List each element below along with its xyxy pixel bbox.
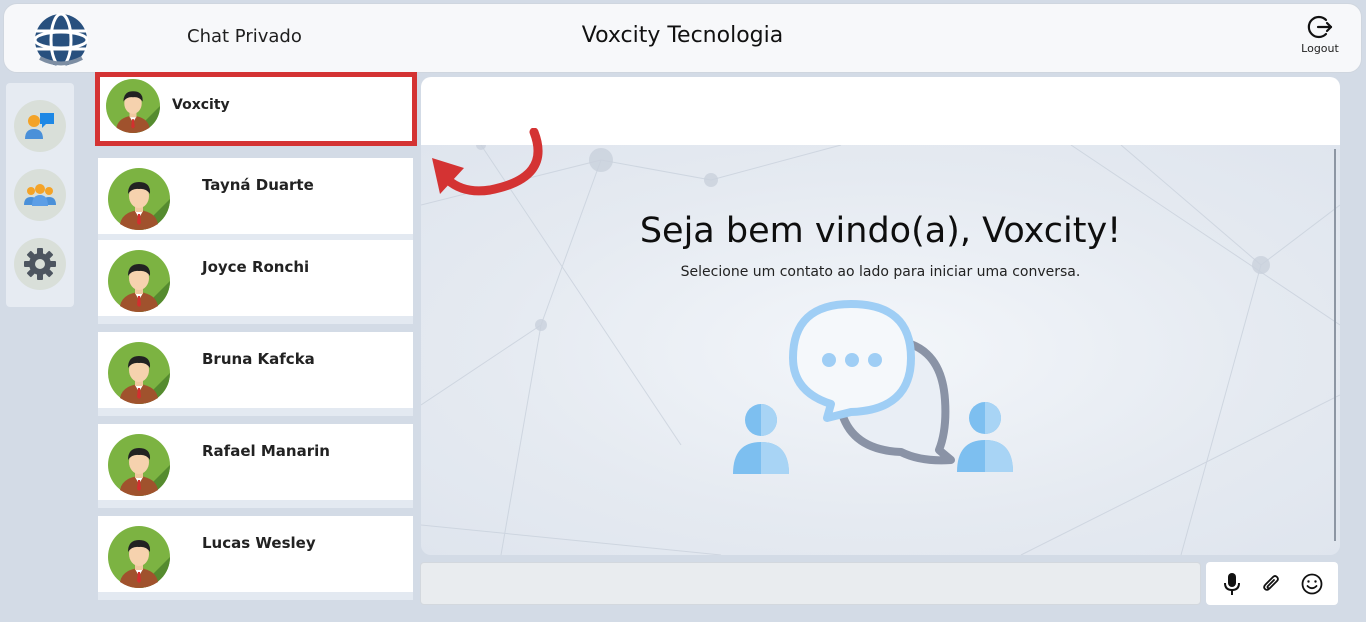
contact-item-voxcity[interactable]: Voxcity <box>95 72 417 146</box>
contact-item-tayna-duarte[interactable]: Tayná Duarte <box>98 158 413 242</box>
scrollbar-track[interactable] <box>1334 149 1336 541</box>
annotation-arrow-icon <box>432 128 543 196</box>
private-chat-icon <box>25 113 54 139</box>
welcome-subtitle: Selecione um contato ao lado para inicia… <box>680 264 1081 280</box>
avatar-icon <box>108 434 170 496</box>
contact-item-bruna-kafcka[interactable]: Bruna Kafcka <box>98 332 413 416</box>
microphone-button[interactable] <box>1218 570 1246 598</box>
emoji-icon <box>1301 573 1323 594</box>
company-title: Voxcity Tecnologia <box>581 23 784 48</box>
contact-item-joyce-ronchi[interactable]: Joyce Ronchi <box>98 240 413 324</box>
side-rail <box>6 83 74 307</box>
contact-name: Rafael Manarin <box>202 442 330 460</box>
chat-illustration-icon <box>733 300 1013 474</box>
rail-item-group-chat[interactable] <box>14 169 66 221</box>
contact-item-rafael-manarin[interactable]: Rafael Manarin <box>98 424 413 508</box>
contact-name: Voxcity <box>172 97 230 113</box>
chat-header <box>421 77 1340 145</box>
contact-name: Bruna Kafcka <box>202 350 315 368</box>
avatar-icon <box>108 168 170 230</box>
avatar-icon <box>106 79 160 133</box>
chat-welcome-area: Seja bem vindo(a), Voxcity! Selecione um… <box>421 145 1340 555</box>
logout-label: Logout <box>1301 42 1339 55</box>
app-root: Chat Privado Voxcity Tecnologia Logout V… <box>0 0 1366 622</box>
logout-button[interactable]: Logout <box>1297 14 1343 55</box>
composer-tools <box>1206 562 1338 605</box>
rail-item-settings[interactable] <box>14 238 66 290</box>
group-chat-icon <box>24 184 56 206</box>
emoji-button[interactable] <box>1298 570 1326 598</box>
contact-name: Tayná Duarte <box>202 176 314 194</box>
contact-item-lucas-wesley[interactable]: Lucas Wesley <box>98 516 413 600</box>
avatar-icon <box>108 342 170 404</box>
gear-icon <box>24 248 56 280</box>
microphone-icon <box>1224 572 1240 595</box>
top-header: Chat Privado Voxcity Tecnologia Logout <box>3 3 1362 73</box>
welcome-title: Seja bem vindo(a), Voxcity! <box>639 211 1122 251</box>
contact-list: Voxcity Tayná Duarte Joyce Ronchi Bruna … <box>95 72 417 618</box>
avatar-icon <box>108 526 170 588</box>
rail-item-private-chat[interactable] <box>14 100 66 152</box>
logout-icon <box>1307 15 1333 39</box>
attach-button[interactable] <box>1258 570 1286 598</box>
avatar-icon <box>108 250 170 312</box>
paperclip-icon <box>1263 574 1279 591</box>
contact-name: Lucas Wesley <box>202 534 316 552</box>
contact-name: Joyce Ronchi <box>202 258 310 276</box>
message-input[interactable] <box>420 562 1201 605</box>
